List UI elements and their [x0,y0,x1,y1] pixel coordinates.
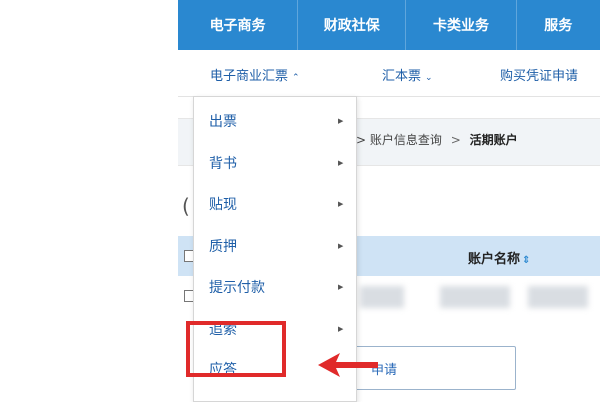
nav-card-business[interactable]: 卡类业务 [406,0,517,50]
chevron-right-icon: ▶ [338,159,344,167]
blurred-cell [440,286,510,308]
menu-item-pledge[interactable]: 质押 [209,236,237,256]
red-arrow-icon [318,353,378,377]
chevron-right-icon: ▶ [338,283,344,291]
breadcrumb-separator: > [450,133,461,147]
subnav-voucher-purchase[interactable]: 购买凭证申请 [500,65,578,84]
nav-service[interactable]: 服务 [517,0,600,50]
subnav-label: 购买凭证申请 [500,69,579,84]
menu-item-discount[interactable]: 贴现 [209,194,237,214]
highlight-box [186,321,286,377]
blurred-cell [528,286,588,308]
menu-item-endorse[interactable]: 背书 [209,153,237,173]
breadcrumb-parent[interactable]: 账户信息查询 [370,133,442,147]
chevron-right-icon: ▶ [338,200,344,208]
nav-finance-social-security[interactable]: 财政社保 [298,0,407,50]
chevron-right-icon: ▶ [338,117,344,125]
nav-ecommerce[interactable]: 电子商务 [178,0,299,50]
breadcrumb: > 账户信息查询 > 活期账户 [356,131,518,148]
column-header-account-name[interactable]: 账户名称 ⇕ [468,248,530,267]
breadcrumb-current: 活期账户 [469,133,518,147]
sort-icon: ⇕ [522,255,531,266]
chevron-right-icon: ▶ [338,242,344,250]
top-nav: 电子商务 财政社保 卡类业务 服务 [178,0,600,50]
menu-item-payment-prompt[interactable]: 提示付款 [209,277,265,297]
menu-item-issue[interactable]: 出票 [209,111,237,131]
breadcrumb-separator: > [356,133,367,147]
blurred-cell [360,286,404,308]
table-row [340,278,600,318]
subnav-electronic-commercial-draft[interactable]: 电子商业汇票 ⌃ [210,65,300,84]
subnav-label: 电子商业汇票 [210,69,289,84]
column-header-label: 账户名称 [468,252,521,267]
chevron-up-icon: ⌃ [292,73,300,83]
subnav-label: 汇本票 [382,69,422,84]
bracket-glyph: ( [182,194,190,218]
chevron-down-icon: ⌄ [425,73,433,83]
sub-nav: 电子商业汇票 ⌃ 汇本票 ⌄ 购买凭证申请 [178,50,600,97]
chevron-right-icon: ▶ [338,325,344,333]
subnav-draft-cheque[interactable]: 汇本票 ⌄ [382,65,433,84]
